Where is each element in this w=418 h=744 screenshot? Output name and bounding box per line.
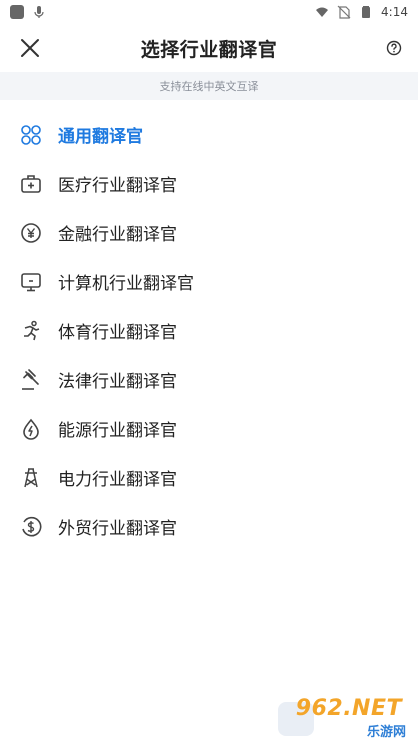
status-time: 4:14 <box>381 5 408 19</box>
list-item-sports[interactable]: 体育行业翻译官 <box>0 306 418 355</box>
list-item-label: 能源行业翻译官 <box>58 421 177 441</box>
medical-kit-icon <box>20 173 42 195</box>
subtitle-band: 支持在线中英文互译 <box>0 72 418 100</box>
list-item-label: 金融行业翻译官 <box>58 225 177 245</box>
watermark-logo: 962.NET 乐游网 <box>276 696 412 740</box>
yen-icon <box>20 222 42 244</box>
list-item-label: 体育行业翻译官 <box>58 323 177 343</box>
gavel-icon <box>20 368 42 391</box>
page-title: 选择行业翻译官 <box>140 38 278 61</box>
monitor-icon <box>20 271 42 293</box>
list-item-finance[interactable]: 金融行业翻译官 <box>0 208 418 257</box>
list-item-label: 通用翻译官 <box>58 127 143 147</box>
help-button[interactable] <box>384 38 404 58</box>
runner-icon <box>20 320 42 342</box>
close-icon <box>21 39 39 57</box>
subtitle-text: 支持在线中英文互译 <box>159 80 259 93</box>
list-item-label: 法律行业翻译官 <box>58 372 177 392</box>
list-item-medical[interactable]: 医疗行业翻译官 <box>0 159 418 208</box>
help-icon <box>386 40 402 56</box>
list-item-computer[interactable]: 计算机行业翻译官 <box>0 257 418 306</box>
status-left <box>10 5 46 19</box>
list-item-label: 医疗行业翻译官 <box>58 176 177 196</box>
power-tower-icon <box>20 467 42 489</box>
list-item-foreign-trade[interactable]: 外贸行业翻译官 <box>0 502 418 551</box>
translator-list: 通用翻译官 医疗行业翻译官 金融行业翻译官 计算机行业翻译官 体育行业翻译官 法… <box>0 100 418 551</box>
watermark-sub: 乐游网 <box>366 725 406 740</box>
app-bar: 选择行业翻译官 <box>0 24 418 72</box>
square-app-icon <box>10 5 24 19</box>
watermark-main: 962.NET <box>295 696 402 721</box>
list-item-label: 电力行业翻译官 <box>58 470 177 490</box>
wifi-icon <box>316 7 329 17</box>
list-item-label: 计算机行业翻译官 <box>58 274 194 294</box>
list-item-power[interactable]: 电力行业翻译官 <box>0 453 418 502</box>
status-right: 4:14 <box>315 5 408 19</box>
list-item-law[interactable]: 法律行业翻译官 <box>0 355 418 404</box>
grid-icon <box>20 124 42 146</box>
dollar-coin-icon <box>20 516 42 538</box>
list-item-label: 外贸行业翻译官 <box>58 519 177 539</box>
close-button[interactable] <box>16 34 44 62</box>
status-bar: 4:14 <box>0 0 418 24</box>
list-item-energy[interactable]: 能源行业翻译官 <box>0 404 418 453</box>
screen: 4:14 选择行业翻译官 支持在线中英文互译 通用翻译官 医疗行业翻译官 金融行… <box>0 0 418 744</box>
no-sim-icon <box>337 5 351 19</box>
list-item-general[interactable]: 通用翻译官 <box>0 110 418 159</box>
mic-icon <box>34 6 44 18</box>
energy-drop-icon <box>20 418 42 440</box>
battery-icon <box>362 6 371 18</box>
